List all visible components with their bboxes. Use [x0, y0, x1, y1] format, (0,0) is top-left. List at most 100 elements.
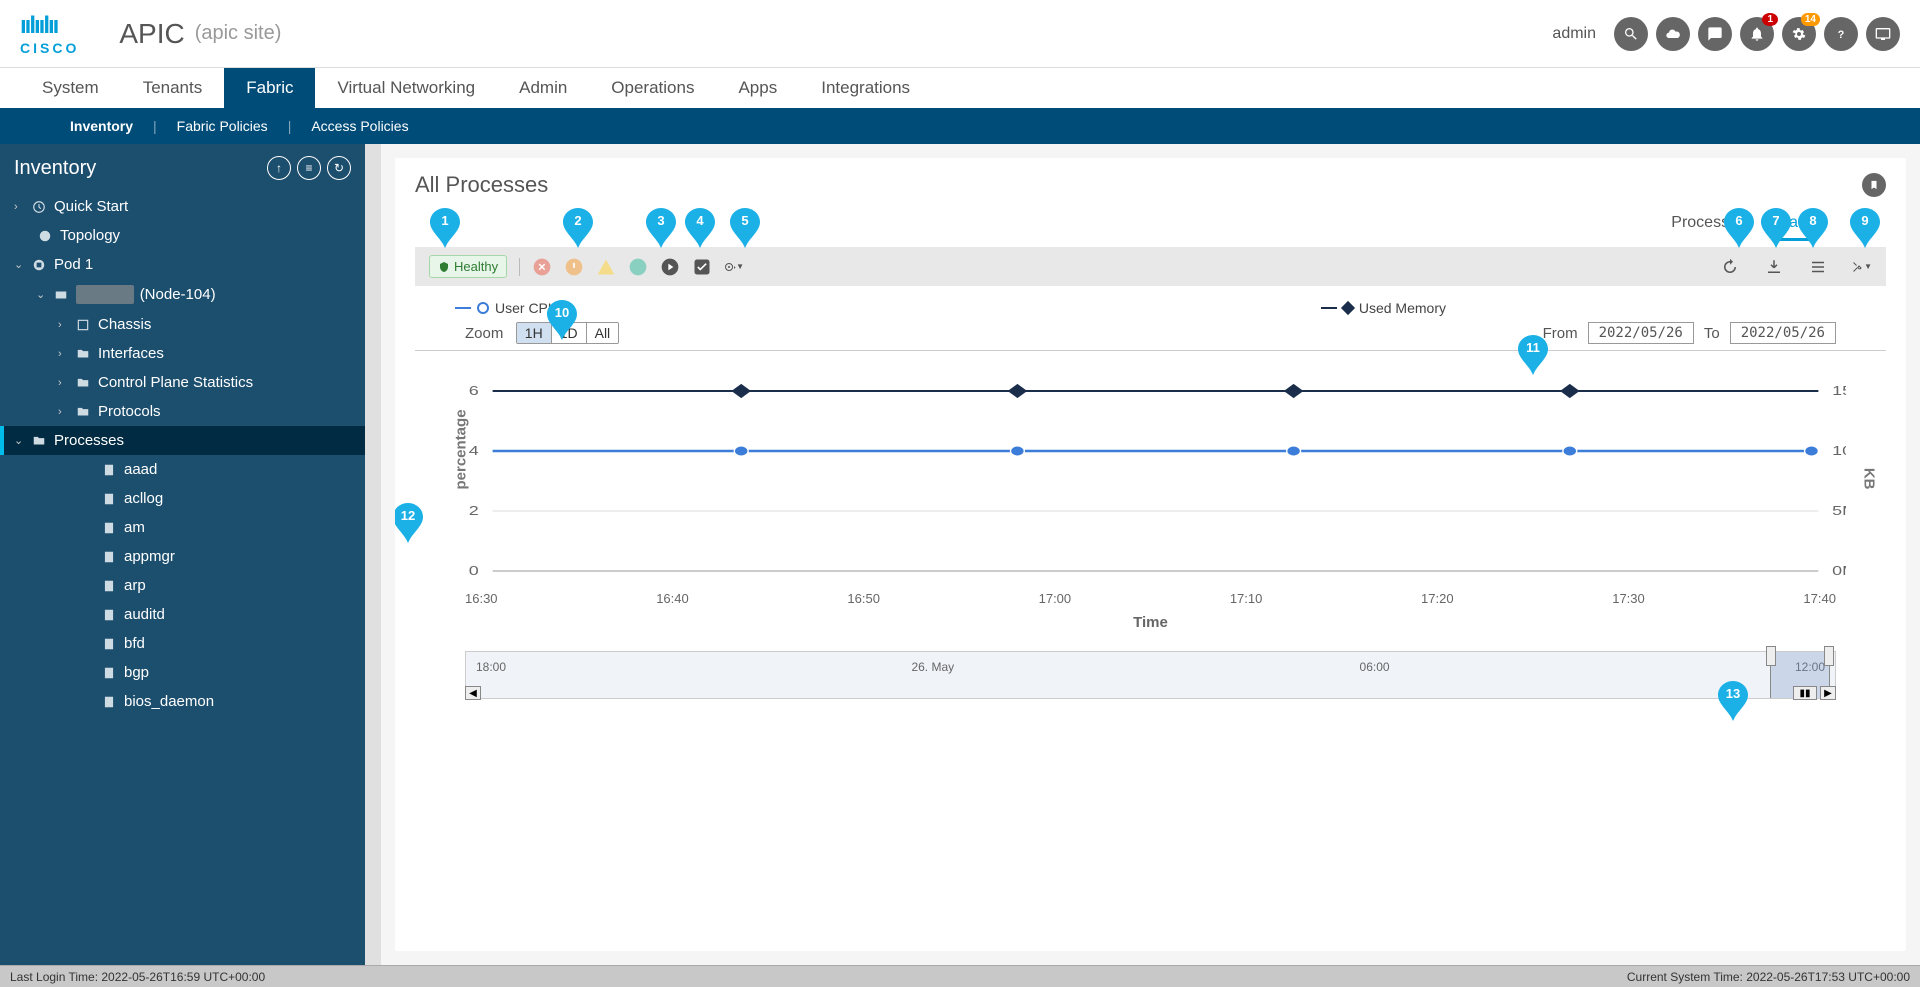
nav-tenants[interactable]: Tenants — [121, 68, 225, 108]
range-scroll-right-icon[interactable]: ▶ — [1820, 686, 1836, 700]
nav-apps[interactable]: Apps — [716, 68, 799, 108]
tree-node-104[interactable]: ⌄ (Node-104) — [0, 279, 365, 310]
tree-proc-item[interactable]: bgp — [0, 658, 365, 687]
tree-interfaces[interactable]: ›Interfaces — [0, 339, 365, 368]
to-label: To — [1704, 325, 1720, 342]
check-icon[interactable] — [692, 257, 712, 277]
legend-used-memory: Used Memory — [1321, 300, 1446, 316]
search-icon[interactable] — [1614, 17, 1648, 51]
help-icon[interactable]: ? — [1824, 17, 1858, 51]
app-title: APIC — [119, 18, 184, 50]
notifications-badge: 14 — [1801, 13, 1820, 26]
footer: Last Login Time: 2022-05-26T16:59 UTC+00… — [0, 965, 1920, 987]
cloud-icon[interactable] — [1656, 17, 1690, 51]
subnav-inventory[interactable]: Inventory — [70, 118, 133, 134]
alerts-badge: 1 — [1762, 13, 1778, 26]
alerts-icon[interactable]: 1 — [1740, 17, 1774, 51]
balloon-12: 12 — [395, 501, 423, 545]
range-handle-right[interactable] — [1824, 646, 1834, 666]
diamond-marker-icon — [1341, 301, 1355, 315]
circle-marker-icon — [477, 302, 489, 314]
tree: ›Quick Start Topology ⌄Pod 1 ⌄ (Node-104… — [0, 192, 365, 716]
zoom-all-button[interactable]: All — [587, 323, 619, 343]
svg-text:0M: 0M — [1832, 564, 1846, 578]
sidebar-action-2-icon[interactable]: ≡ — [297, 156, 321, 180]
settings-icon[interactable]: 14 — [1782, 17, 1816, 51]
sidebar-action-1-icon[interactable]: ↑ — [267, 156, 291, 180]
sidebar-scrollbar[interactable] — [365, 144, 381, 965]
range-handle-left[interactable] — [1766, 646, 1776, 666]
tree-processes[interactable]: ⌄Processes — [0, 426, 365, 455]
nav-virtual-networking[interactable]: Virtual Networking — [315, 68, 497, 108]
nav-operations[interactable]: Operations — [589, 68, 716, 108]
tree-topology[interactable]: Topology — [0, 221, 365, 250]
svg-text:4: 4 — [469, 444, 479, 458]
sidebar-header: Inventory ↑ ≡ ↻ — [0, 144, 365, 192]
play-icon[interactable] — [660, 257, 680, 277]
nav-integrations[interactable]: Integrations — [799, 68, 932, 108]
tab-stats[interactable]: Stats — [1774, 214, 1810, 241]
subnav-fabric-policies[interactable]: Fabric Policies — [177, 118, 268, 134]
folder-icon — [74, 404, 92, 420]
main-nav: System Tenants Fabric Virtual Networking… — [0, 68, 1920, 108]
sidebar: Inventory ↑ ≡ ↻ ›Quick Start Topology ⌄P… — [0, 144, 365, 965]
health-badge: Healthy — [429, 255, 507, 278]
fault-critical-icon[interactable]: ✕ — [532, 257, 552, 277]
nav-fabric[interactable]: Fabric — [224, 68, 315, 108]
file-icon — [100, 578, 118, 594]
nav-system[interactable]: System — [20, 68, 121, 108]
nav-admin[interactable]: Admin — [497, 68, 589, 108]
range-scroll-grip-icon[interactable]: ▮▮ — [1793, 686, 1817, 700]
fault-major-icon[interactable] — [564, 257, 584, 277]
tree-proc-item[interactable]: auditd — [0, 600, 365, 629]
legend-user-cpu: User CPU — [455, 300, 558, 316]
chart: percentage KB 6 4 2 0 15M 10M 5M 0M — [465, 381, 1846, 581]
chart-legend: User CPU Used Memory — [415, 300, 1886, 316]
svg-text:10M: 10M — [1832, 444, 1846, 458]
menu-icon[interactable] — [1808, 257, 1828, 277]
feedback-icon[interactable] — [1698, 17, 1732, 51]
tree-proc-item[interactable]: acllog — [0, 484, 365, 513]
folder-icon — [74, 346, 92, 362]
tree-protocols[interactable]: ›Protocols — [0, 397, 365, 426]
zoom-1h-button[interactable]: 1H — [517, 323, 552, 343]
zoom-1d-button[interactable]: 1D — [552, 323, 587, 343]
monitor-icon[interactable] — [1866, 17, 1900, 51]
bookmark-icon[interactable] — [1862, 173, 1886, 197]
sidebar-refresh-icon[interactable]: ↻ — [327, 156, 351, 180]
tree-proc-item[interactable]: appmgr — [0, 542, 365, 571]
top-header: ıılıılıı CISCO APIC (apic site) admin 1 … — [0, 0, 1920, 68]
subnav-access-policies[interactable]: Access Policies — [311, 118, 408, 134]
file-icon — [100, 491, 118, 507]
tree-pod1[interactable]: ⌄Pod 1 — [0, 250, 365, 279]
tools-dropdown-icon[interactable]: ▼ — [1852, 257, 1872, 277]
tree-proc-item[interactable]: bfd — [0, 629, 365, 658]
tree-proc-item[interactable]: bios_daemon — [0, 687, 365, 716]
from-date-input[interactable]: 2022/05/26 — [1588, 322, 1694, 344]
svg-text:0: 0 — [469, 564, 479, 578]
globe-icon — [36, 228, 54, 244]
current-user: admin — [1552, 25, 1596, 43]
download-icon[interactable] — [1764, 257, 1784, 277]
refresh-icon[interactable] — [1720, 257, 1740, 277]
tab-processes[interactable]: Processes — [1671, 214, 1746, 241]
tree-proc-item[interactable]: am — [0, 513, 365, 542]
file-icon — [100, 607, 118, 623]
page-title: All Processes — [415, 172, 548, 198]
tree-proc-item[interactable]: arp — [0, 571, 365, 600]
range-scroll-left-icon[interactable]: ◀ — [465, 686, 481, 700]
file-icon — [100, 694, 118, 710]
svg-text:5M: 5M — [1832, 504, 1846, 518]
main-panel: All Processes Processes Stats Hist Healt… — [395, 158, 1906, 951]
x-axis-ticks: 16:30 16:40 16:50 17:00 17:10 17:20 17:3… — [465, 591, 1836, 606]
range-selector[interactable]: 18:00 26. May 06:00 12:00 ◀ ▮▮ ▶ — [465, 651, 1836, 699]
tree-chassis[interactable]: ›Chassis — [0, 310, 365, 339]
tree-quick-start[interactable]: ›Quick Start — [0, 192, 365, 221]
settings-dropdown-icon[interactable]: ▼ — [724, 257, 744, 277]
file-icon — [100, 636, 118, 652]
fault-minor-icon[interactable] — [596, 257, 616, 277]
tree-proc-item[interactable]: aaad — [0, 455, 365, 484]
tree-cp-stats[interactable]: ›Control Plane Statistics — [0, 368, 365, 397]
fault-warning-icon[interactable] — [628, 257, 648, 277]
to-date-input[interactable]: 2022/05/26 — [1730, 322, 1836, 344]
